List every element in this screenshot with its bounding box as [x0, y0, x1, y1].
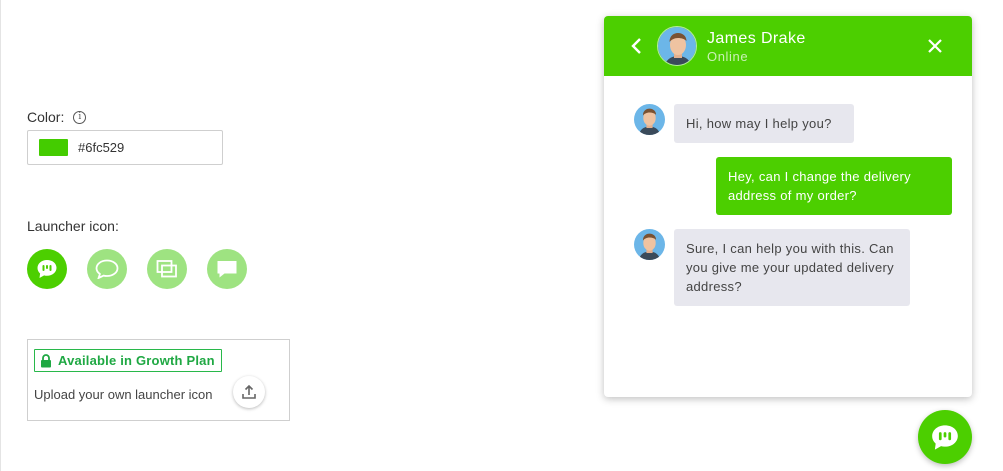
panel-divider — [0, 0, 1, 471]
lock-icon — [41, 353, 51, 367]
chevron-left-icon[interactable] — [628, 36, 646, 56]
close-icon[interactable] — [926, 37, 944, 55]
launcher-option-stacked-windows[interactable] — [147, 249, 187, 289]
color-swatch[interactable] — [39, 139, 68, 156]
launcher-option-speech-bubble[interactable] — [87, 249, 127, 289]
chat-bubble-bars-icon — [932, 424, 958, 450]
user-message: Hey, can I change the delivery address o… — [716, 157, 952, 215]
agent-status: Online — [707, 49, 749, 64]
info-icon[interactable]: i — [73, 110, 87, 124]
agent-avatar-small — [634, 229, 665, 260]
chat-header: James Drake Online — [604, 16, 972, 76]
square-message-icon — [217, 261, 237, 278]
launcher-icon-label: Launcher icon: — [27, 218, 119, 234]
agent-avatar — [657, 26, 697, 66]
upload-launcher-text: Upload your own launcher icon — [34, 387, 213, 402]
agent-message: Hi, how may I help you? — [674, 104, 854, 143]
launcher-option-chat-bubble-bars[interactable] — [27, 249, 67, 289]
stacked-windows-icon — [156, 260, 177, 278]
color-value: #6fc529 — [78, 140, 125, 155]
launcher-option-square-message[interactable] — [207, 249, 247, 289]
upload-icon — [242, 384, 256, 399]
chat-bubble-bars-icon — [37, 260, 57, 278]
launcher-icon-options — [27, 249, 267, 289]
chat-window-preview: James Drake Online Hi, how may I help yo… — [604, 16, 972, 397]
upload-button[interactable] — [233, 376, 265, 408]
chat-launcher-button[interactable] — [918, 410, 972, 464]
growth-plan-badge: Available in Growth Plan — [34, 349, 222, 372]
agent-avatar-small — [634, 104, 665, 135]
custom-launcher-upload-box: Available in Growth Plan Upload your own… — [27, 339, 290, 421]
agent-name: James Drake — [707, 30, 806, 47]
speech-bubble-icon — [95, 259, 119, 279]
color-field[interactable]: #6fc529 — [27, 130, 223, 165]
agent-message: Sure, I can help you with this. Can you … — [674, 229, 910, 306]
color-label: Color: i — [27, 109, 87, 125]
